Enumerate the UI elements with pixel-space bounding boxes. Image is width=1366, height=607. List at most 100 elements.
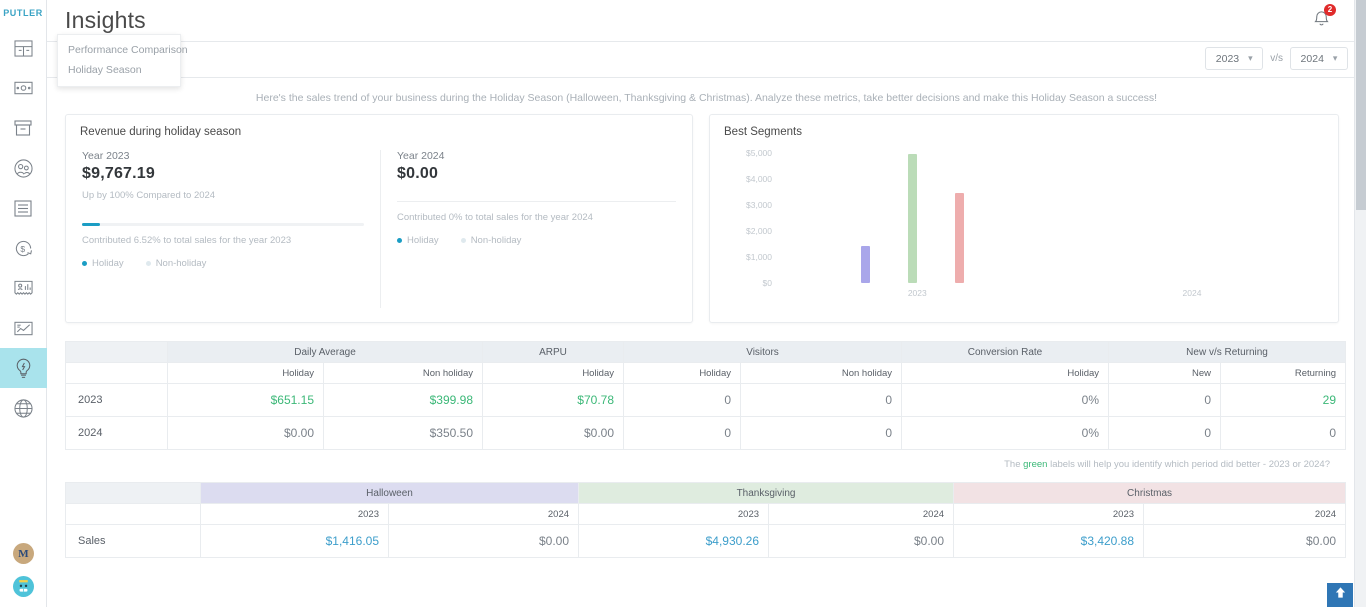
table-cell: 29 <box>1220 383 1347 417</box>
legend-non-holiday-label: Non-holiday <box>470 235 522 246</box>
column-group-header: Halloween <box>199 482 580 504</box>
sidebar-item-reports[interactable] <box>0 268 47 308</box>
sidebar-item-trends[interactable] <box>0 308 47 348</box>
chart-y-tick: $3,000 <box>746 200 772 210</box>
bell-icon <box>1313 11 1330 31</box>
legend-non-holiday: Non-holiday <box>460 235 522 246</box>
column-header <box>65 362 168 384</box>
chart-title: Best Segments <box>724 126 802 138</box>
column-header: 2023 <box>578 503 770 525</box>
best-segments-card: Best Segments $5,000 $4,000 $3,000 $2,000 $1… <box>709 114 1339 323</box>
table-cell: $651.15 <box>167 383 324 417</box>
column-group-header: New v/s Returning <box>1108 341 1347 363</box>
chart-bar[interactable] <box>861 245 871 283</box>
column-header: Returning <box>1220 362 1347 384</box>
column-header: 2023 <box>953 503 1145 525</box>
holiday-sub-header: 2023 2024 2023 2024 2023 2024 <box>65 503 1347 525</box>
revenue-year-2023: Year 2023 $9,767.19 Up by 100% Compared … <box>66 150 380 308</box>
legend-dot-non-holiday <box>460 238 466 243</box>
legend-dot-holiday <box>82 261 87 266</box>
hint-suffix: labels will help you identify which peri… <box>1047 459 1330 470</box>
lightbulb-icon <box>14 358 33 379</box>
holiday-table-body: Sales $1,416.05 $0.00 $4,930.26 $0.00 $3,420.… <box>65 524 1347 558</box>
chart-bar[interactable] <box>907 153 917 283</box>
trend-line-icon <box>13 321 33 336</box>
revenue-year-2024: Year 2024 $0.00 Contributed 0% to total … <box>380 150 692 308</box>
sidebar-item-insights[interactable] <box>0 348 47 388</box>
scrollbar-thumb[interactable] <box>1356 0 1366 210</box>
notifications-button[interactable]: 2 <box>1313 4 1336 32</box>
year-select-left[interactable]: 2023 ▾ <box>1205 47 1264 70</box>
revenue-legend-left: Holiday Non-holiday <box>82 258 364 269</box>
sidebar-item-sales[interactable] <box>0 68 47 108</box>
banknote-icon <box>13 81 33 95</box>
sidebar-item-transactions[interactable] <box>0 188 47 228</box>
column-group-header: Thanksgiving <box>578 482 955 504</box>
view-dropdown-menu[interactable]: Performance Comparison Holiday Season <box>57 34 188 87</box>
table-cell: $3,420.88 <box>953 524 1145 558</box>
sidebar-item-products[interactable] <box>0 108 47 148</box>
legend-dot-holiday <box>397 238 402 243</box>
chart-y-tick: $4,000 <box>746 174 772 184</box>
year-comparison-controls: 2023 ▾ v/s 2024 ▾ <box>1205 47 1348 70</box>
chart-y-tick: $5,000 <box>746 148 772 158</box>
column-group-header: Daily Average <box>167 341 483 363</box>
legend-hint: The green labels will help you identify … <box>47 450 1366 470</box>
column-header: Holiday <box>901 362 1110 384</box>
table-cell: $0.00 <box>1143 524 1347 558</box>
column-header: Non holiday <box>739 362 903 384</box>
chart-y-tick: $2,000 <box>746 226 772 236</box>
arrow-up-icon <box>1334 586 1347 604</box>
table-cell: $399.98 <box>323 383 483 417</box>
column-group-header <box>65 341 168 363</box>
sidebar-item-subscriptions[interactable]: $ <box>0 228 47 268</box>
column-header: Holiday <box>623 362 741 384</box>
menu-item-performance-comparison[interactable]: Performance Comparison <box>58 40 188 60</box>
column-header: 2024 <box>768 503 955 525</box>
column-header: Holiday <box>482 362 624 384</box>
scroll-to-top-button[interactable] <box>1327 583 1353 607</box>
holiday-group-header: Halloween Thanksgiving Christmas <box>65 482 1347 504</box>
sidebar-item-dashboard[interactable] <box>0 28 47 68</box>
revenue-year-label: Year 2023 <box>82 150 130 162</box>
metrics-group-header: Daily Average ARPU Visitors Conversion Rate… <box>65 341 1347 363</box>
menu-item-holiday-season[interactable]: Holiday Season <box>58 60 180 80</box>
table-cell: 0 <box>1220 416 1347 450</box>
chart-x-axis: 2023 2024 <box>780 288 1324 300</box>
chart-y-tick: $0 <box>762 278 772 288</box>
year-select-right[interactable]: 2024 ▾ <box>1290 47 1348 70</box>
holiday-table-wrap: Halloween Thanksgiving Christmas 2023 2024 2… <box>47 470 1366 558</box>
table-cell: $0.00 <box>482 416 624 450</box>
page-title: Insights <box>65 7 146 33</box>
app-root: PUTLER $ M Insights 2 2023 ▾ v/s 2024 ▾ … <box>0 0 1366 607</box>
legend-non-holiday: Non-holiday <box>145 258 206 269</box>
column-header: Holiday <box>167 362 324 384</box>
metrics-sub-header: Holiday Non holiday Holiday Holiday Non holi… <box>65 362 1347 384</box>
table-cell: 0 <box>1108 416 1222 450</box>
vertical-scrollbar[interactable] <box>1354 0 1366 607</box>
table-cell: 0% <box>901 416 1110 450</box>
table-cell: $70.78 <box>482 383 624 417</box>
sidebar-item-web-analytics[interactable] <box>0 388 47 428</box>
legend-holiday: Holiday <box>397 235 439 246</box>
sidebar-item-audience[interactable] <box>0 148 47 188</box>
globe-icon <box>13 398 33 418</box>
table-cell: $350.50 <box>323 416 483 450</box>
chart-bar[interactable] <box>954 193 964 283</box>
revenue-split: Year 2023 $9,767.19 Up by 100% Compared … <box>66 138 692 308</box>
revenue-progress-fill <box>82 223 101 226</box>
row-label: Sales <box>65 524 201 558</box>
avatar[interactable]: M <box>13 543 34 564</box>
column-header <box>65 503 201 525</box>
chart-y-tick: $1,000 <box>746 252 772 262</box>
vs-label: v/s <box>1270 53 1283 64</box>
row-label: 2024 <box>65 416 168 450</box>
table-cell: 0 <box>623 383 741 417</box>
table-cell: 0% <box>901 383 1110 417</box>
revenue-card: Revenue during holiday season Year 2023 … <box>65 114 693 323</box>
chart-plot <box>780 152 1324 283</box>
revenue-legend-right: Holiday Non-holiday <box>397 235 676 246</box>
support-emoji-icon[interactable] <box>13 576 34 597</box>
table-cell: 0 <box>623 416 741 450</box>
view-selector-bar: Holiday Season ▾ 2023 ▾ v/s 2024 ▾ <box>47 42 1366 78</box>
